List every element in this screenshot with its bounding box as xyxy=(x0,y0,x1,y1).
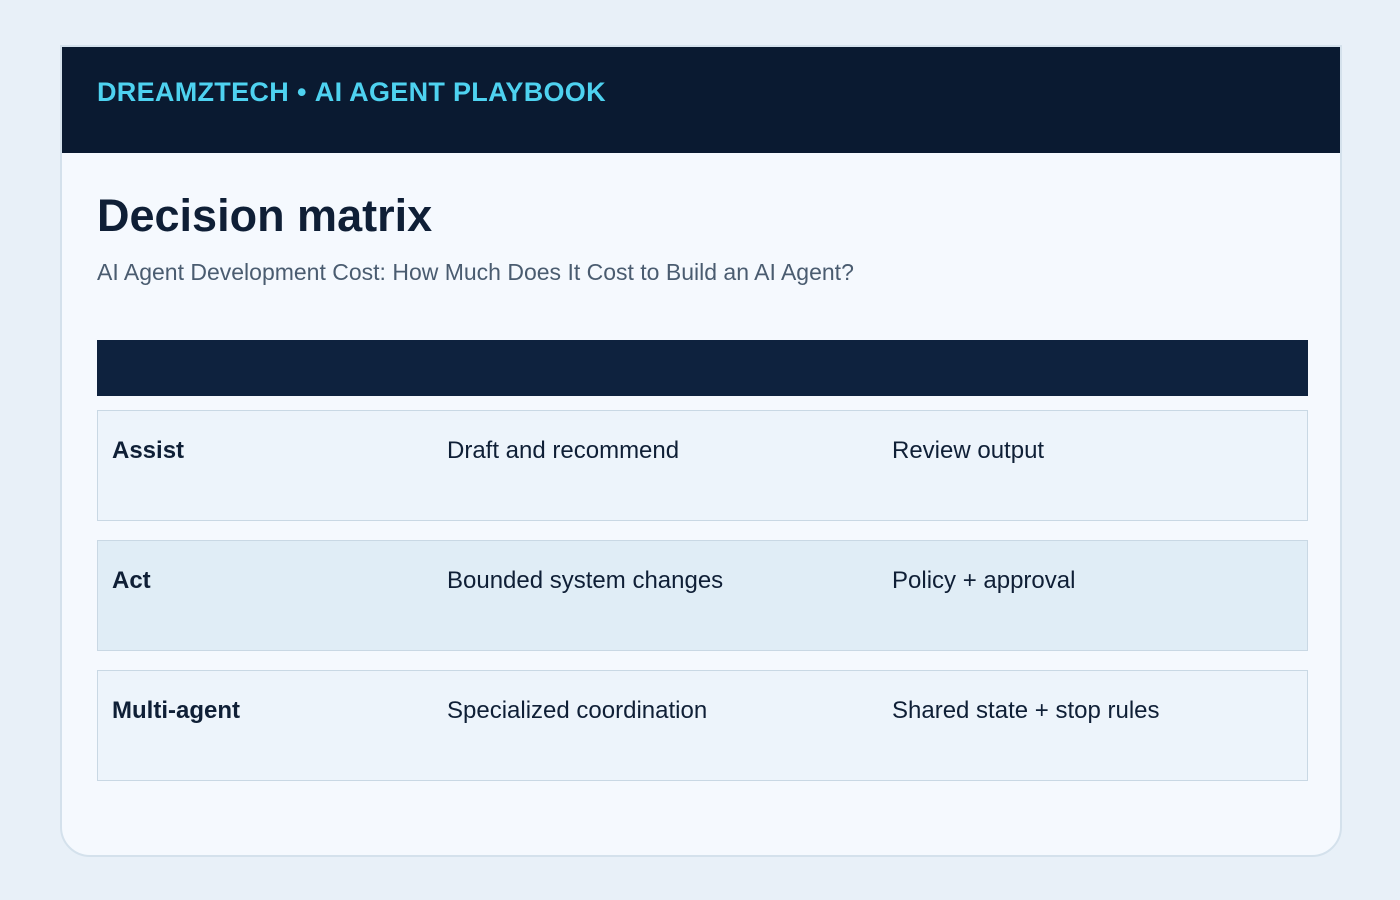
row-control: Policy + approval xyxy=(892,567,1076,594)
banner-title: DREAMZTECH • AI AGENT PLAYBOOK xyxy=(97,77,606,108)
table-row: Act Bounded system changes Policy + appr… xyxy=(97,540,1308,651)
row-scope: Bounded system changes xyxy=(447,567,724,594)
row-level: Multi-agent xyxy=(112,697,240,724)
page-subtitle: AI Agent Development Cost: How Much Does… xyxy=(97,259,854,285)
banner-separator: • xyxy=(297,77,307,107)
row-scope: Draft and recommend xyxy=(447,437,680,464)
table-header xyxy=(97,340,1308,396)
row-control: Review output xyxy=(892,437,1045,464)
header-banner: DREAMZTECH • AI AGENT PLAYBOOK xyxy=(62,47,1340,153)
row-level: Assist xyxy=(112,437,185,464)
row-level: Act xyxy=(112,567,151,594)
row-scope: Specialized coordination xyxy=(447,697,708,724)
table-row: Assist Draft and recommend Review output xyxy=(97,410,1308,521)
table-row: Multi-agent Specialized coordination Sha… xyxy=(97,670,1308,781)
brand-name: DREAMZTECH xyxy=(97,77,289,107)
playbook-card: DREAMZTECH • AI AGENT PLAYBOOK Decision ma… xyxy=(60,45,1342,857)
section-name: AI AGENT PLAYBOOK xyxy=(314,77,606,107)
row-control: Shared state + stop rules xyxy=(892,697,1160,724)
page-title: Decision matrix xyxy=(97,190,433,241)
